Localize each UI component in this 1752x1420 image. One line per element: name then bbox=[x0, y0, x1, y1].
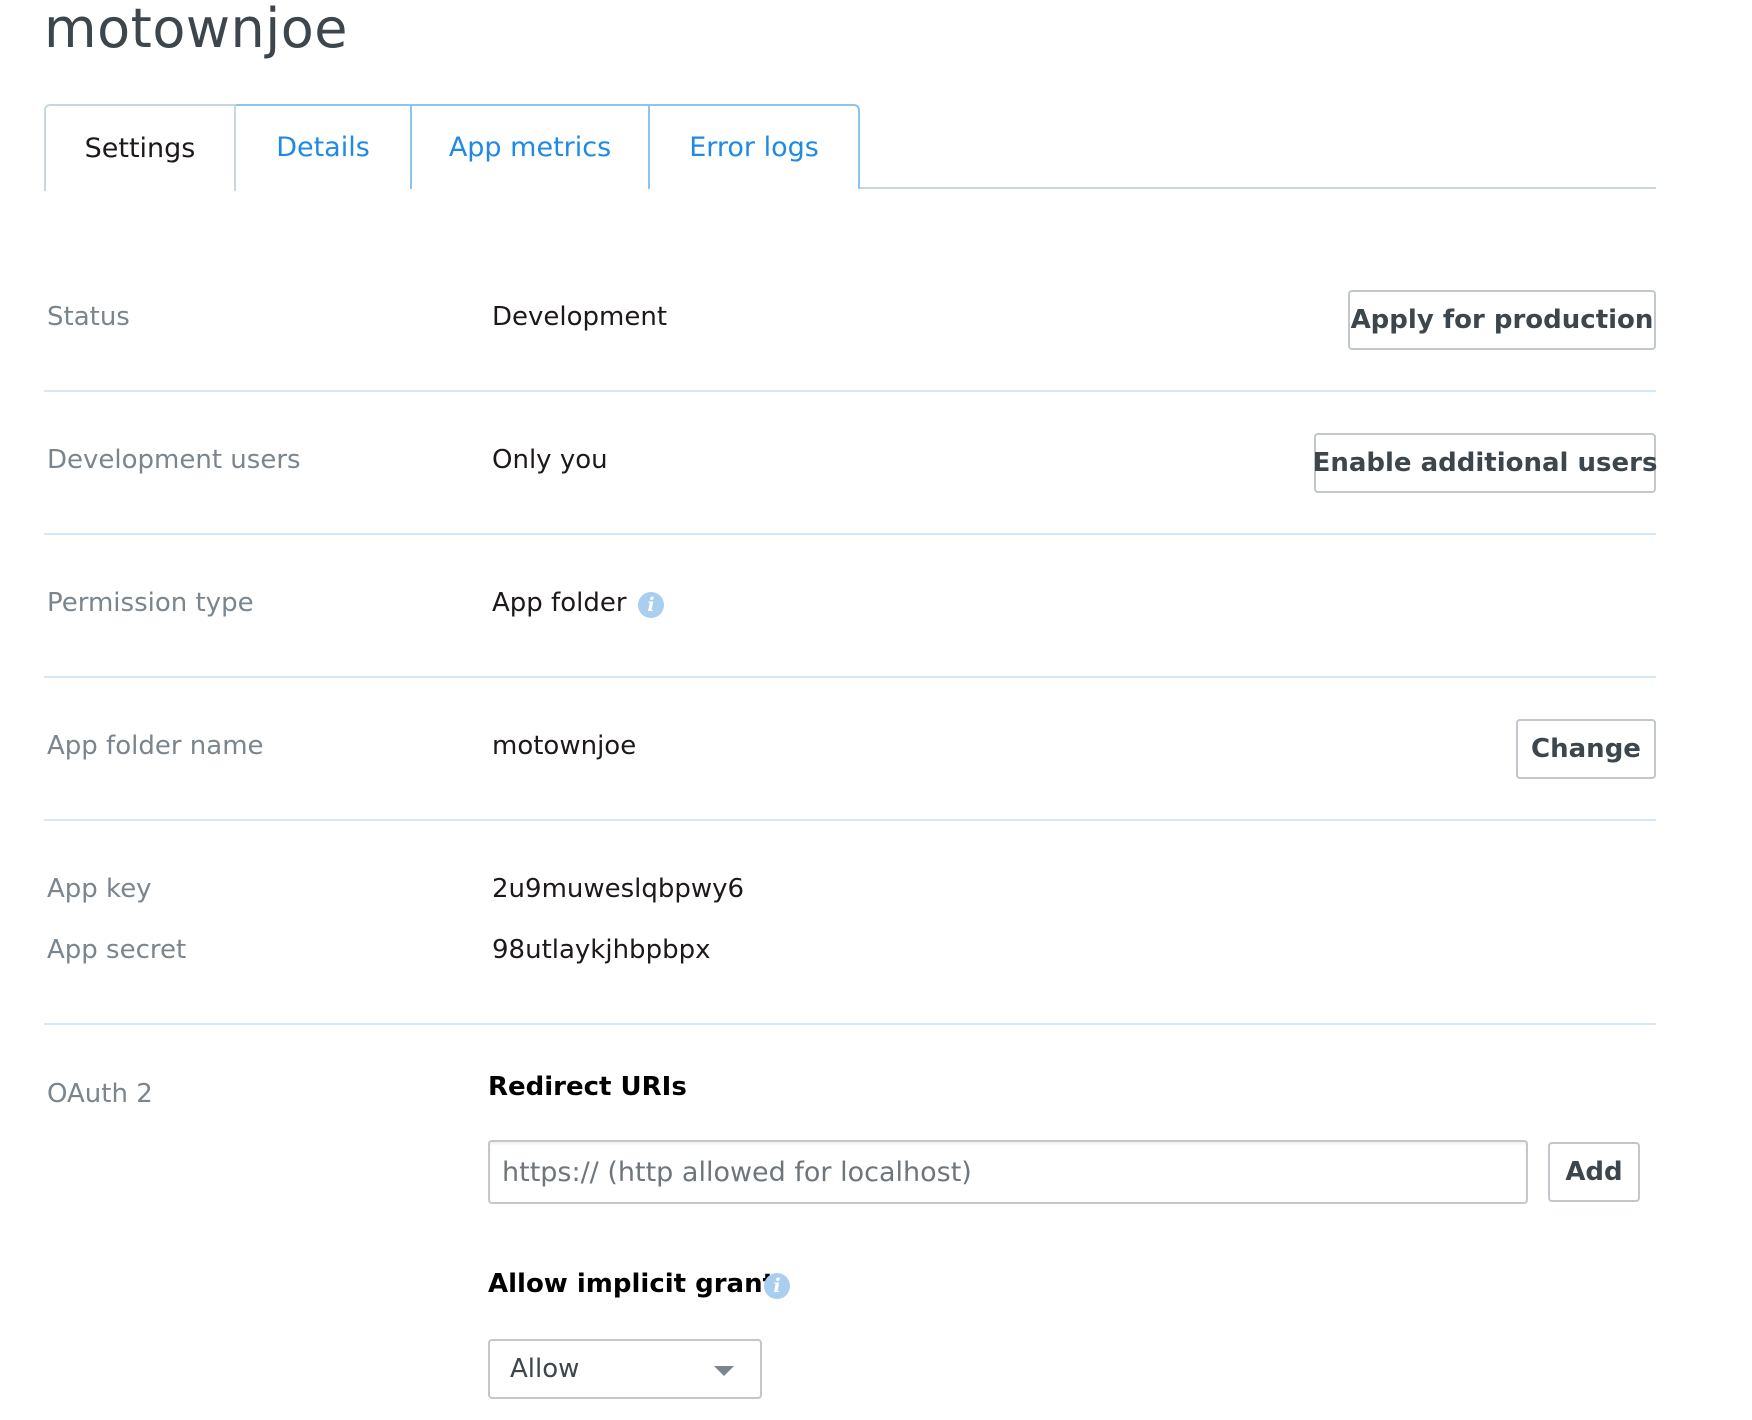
app-key-value: 2u9muweslqbpwy6 bbox=[492, 874, 745, 904]
tab-app-metrics[interactable]: App metrics bbox=[410, 104, 650, 189]
app-secret-label: App secret bbox=[47, 935, 187, 965]
status-label: Status bbox=[47, 302, 130, 332]
allow-implicit-grant-heading: Allow implicit grant bbox=[488, 1269, 776, 1299]
enable-additional-users-button[interactable]: Enable additional users bbox=[1313, 433, 1657, 493]
row-divider bbox=[44, 819, 1656, 821]
development-users-value: Only you bbox=[492, 445, 608, 475]
chevron-down-icon bbox=[714, 1366, 734, 1376]
oauth2-label: OAuth 2 bbox=[47, 1079, 153, 1109]
implicit-grant-select[interactable]: Allow bbox=[488, 1339, 762, 1399]
row-divider bbox=[44, 533, 1656, 535]
change-folder-button[interactable]: Change bbox=[1516, 719, 1656, 779]
permission-type-label: Permission type bbox=[47, 588, 254, 618]
implicit-grant-selected-value: Allow bbox=[510, 1354, 580, 1384]
permission-type-value: App folder bbox=[492, 588, 627, 618]
page-title: motownjoe bbox=[44, 0, 349, 60]
tab-error-logs[interactable]: Error logs bbox=[648, 104, 860, 189]
redirect-uris-heading: Redirect URIs bbox=[488, 1072, 687, 1102]
apply-for-production-button[interactable]: Apply for production bbox=[1348, 290, 1656, 350]
app-folder-name-label: App folder name bbox=[47, 731, 264, 761]
status-value: Development bbox=[492, 302, 668, 332]
info-icon[interactable]: i bbox=[638, 592, 664, 618]
tab-settings[interactable]: Settings bbox=[44, 104, 236, 191]
info-icon[interactable]: i bbox=[764, 1273, 790, 1299]
tab-details[interactable]: Details bbox=[234, 104, 412, 189]
row-divider bbox=[44, 676, 1656, 678]
development-users-label: Development users bbox=[47, 445, 301, 475]
add-redirect-uri-button[interactable]: Add bbox=[1548, 1142, 1640, 1202]
redirect-uri-input[interactable] bbox=[488, 1140, 1528, 1204]
app-secret-value: 98utlaykjhbpbpx bbox=[492, 935, 711, 965]
app-key-label: App key bbox=[47, 874, 152, 904]
row-divider bbox=[44, 1023, 1656, 1025]
row-divider bbox=[44, 390, 1656, 392]
app-folder-name-value: motownjoe bbox=[492, 731, 637, 761]
